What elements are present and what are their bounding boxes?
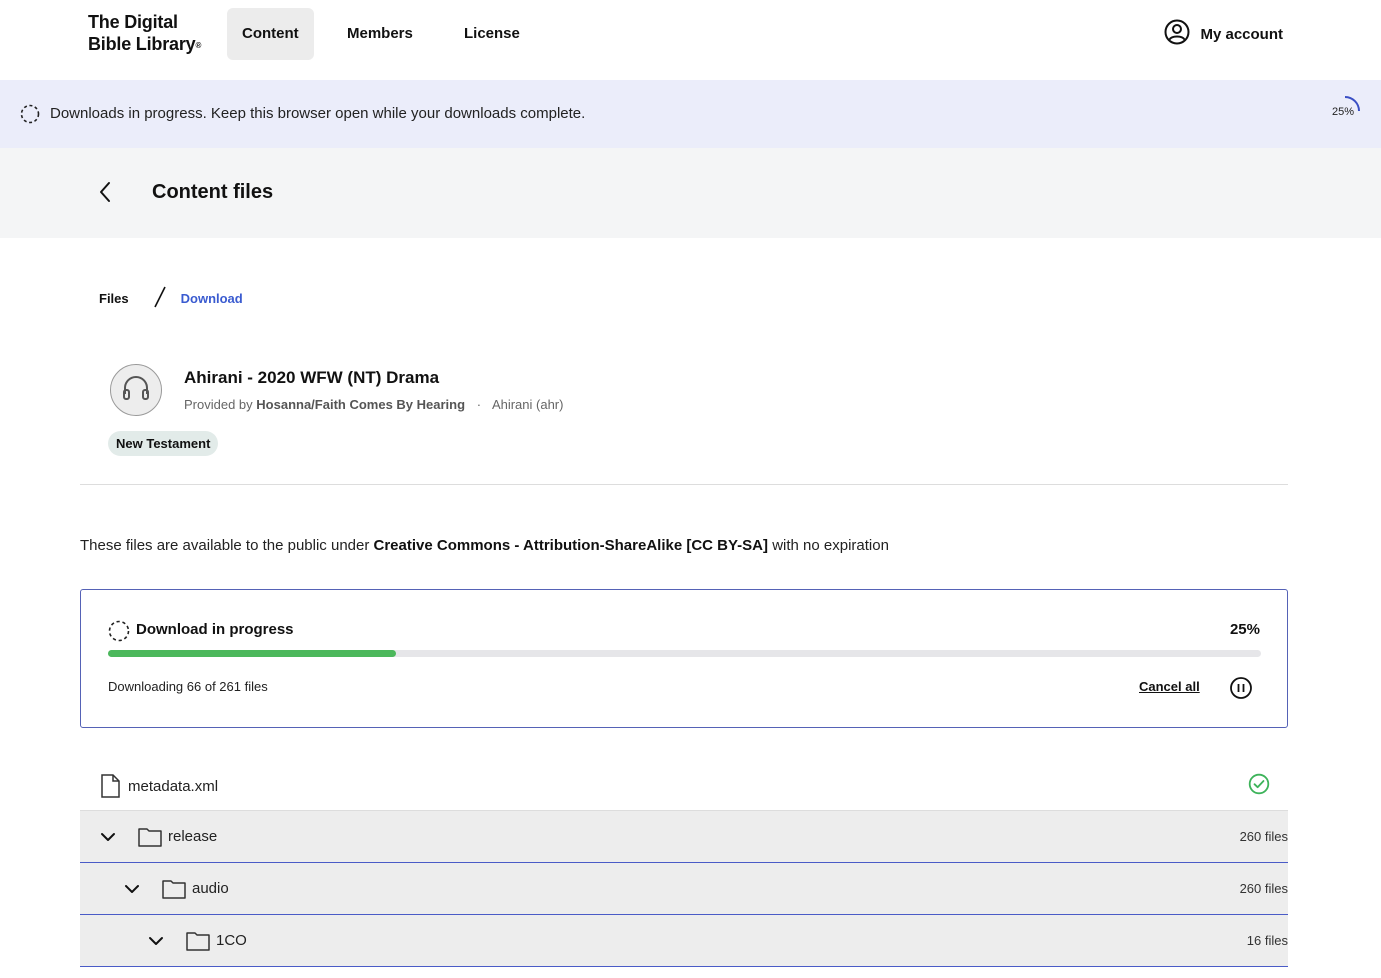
breadcrumb-download[interactable]: Download [181, 291, 243, 306]
spinner-icon [20, 104, 40, 129]
logo-line-2: Bible Library [88, 34, 196, 54]
folder-icon [186, 931, 210, 956]
top-navigation: The Digital Bible Library® Content Membe… [0, 0, 1381, 80]
download-file-count: Downloading 66 of 261 files [108, 679, 268, 694]
chevron-left-icon[interactable] [96, 180, 116, 209]
item-title: Ahirani - 2020 WFW (NT) Drama [184, 368, 440, 387]
file-count: 16 files [1246, 933, 1288, 948]
nav-item-content[interactable]: Content [227, 8, 314, 60]
banner-percent: 25% [1332, 106, 1355, 118]
nav-item-license[interactable]: License [449, 8, 535, 60]
breadcrumb: Files Download [99, 286, 243, 310]
separator-dot: · [476, 397, 482, 412]
chevron-down-icon[interactable] [100, 829, 116, 850]
file-name: metadata.xml [128, 777, 219, 795]
pause-circle-icon[interactable] [1229, 676, 1253, 705]
folder-row-1co[interactable]: 1CO 16 files [80, 915, 1288, 967]
file-count: 260 files [1239, 881, 1288, 896]
folder-icon [138, 827, 162, 852]
page-title: Content files [152, 181, 274, 203]
nav-item-members[interactable]: Members [332, 8, 428, 60]
file-row-metadata[interactable]: metadata.xml [80, 760, 1288, 812]
folder-row-release[interactable]: release 260 files [80, 811, 1288, 863]
provider-name: Hosanna/Faith Comes By Hearing [256, 397, 466, 412]
breadcrumb-files[interactable]: Files [99, 291, 129, 306]
folder-row-audio[interactable]: audio 260 files [80, 863, 1288, 915]
avatar [110, 364, 162, 416]
language-label: Ahirani (ahr) [491, 397, 564, 412]
spinner-icon [108, 620, 130, 647]
testament-tag: New Testament [108, 431, 219, 456]
provided-by-label: Provided by [184, 397, 253, 412]
my-account-label: My account [1200, 25, 1283, 43]
download-percent: 25% [1229, 621, 1260, 638]
license-suffix: with no expiration [772, 537, 889, 554]
banner-message: Downloads in progress. Keep this browser… [50, 105, 586, 122]
license-name: Creative Commons - Attribution-ShareAlik… [373, 537, 769, 554]
check-circle-icon [1248, 773, 1270, 800]
folder-name: release [168, 828, 218, 845]
file-icon [100, 774, 120, 803]
logo-line-1: The Digital [88, 12, 178, 32]
license-prefix: These files are available to the public … [80, 537, 370, 554]
license-statement: These files are available to the public … [80, 537, 889, 554]
downloads-banner: Downloads in progress. Keep this browser… [0, 80, 1381, 148]
user-circle-icon [1164, 19, 1190, 49]
chevron-down-icon[interactable] [148, 933, 164, 954]
breadcrumb-separator [153, 286, 167, 311]
my-account-button[interactable]: My account [1164, 19, 1283, 49]
chevron-down-icon[interactable] [124, 881, 140, 902]
file-count: 260 files [1239, 829, 1288, 844]
divider [80, 484, 1288, 485]
folder-name: audio [192, 880, 229, 897]
logo[interactable]: The Digital Bible Library® [88, 11, 201, 55]
page-header: Content files [0, 148, 1381, 238]
progress-bar-fill [108, 650, 397, 657]
headphones-icon [121, 374, 151, 407]
download-progress-card: Download in progress 25% Downloading 66 … [80, 589, 1288, 728]
progress-bar [108, 650, 1261, 657]
folder-name: 1CO [216, 932, 247, 949]
folder-icon [162, 879, 186, 904]
item-subtitle: Provided by Hosanna/Faith Comes By Heari… [184, 397, 563, 412]
download-status-title: Download in progress [136, 621, 294, 638]
cancel-all-link[interactable]: Cancel all [1139, 679, 1200, 694]
registered-mark: ® [195, 41, 202, 50]
